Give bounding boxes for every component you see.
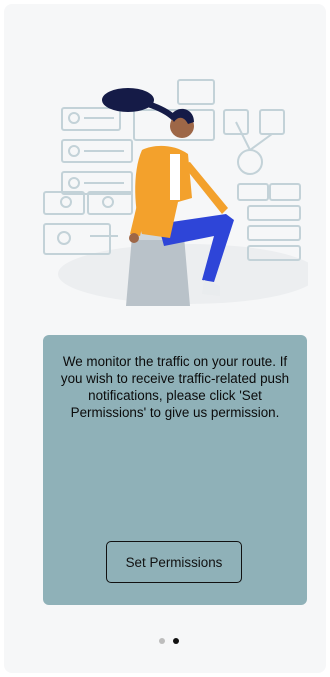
info-card: We monitor the traffic on your route. If…	[43, 335, 307, 605]
page-dot-1[interactable]	[159, 638, 165, 644]
screen-frame: We monitor the traffic on your route. If…	[4, 4, 326, 673]
page-dot-2[interactable]	[173, 638, 179, 644]
permission-message: We monitor the traffic on your route. If…	[60, 354, 290, 420]
page-indicator	[4, 638, 330, 644]
person-sitting-with-feedback-screens-illustration	[43, 79, 308, 306]
set-permissions-button[interactable]: Set Permissions	[106, 541, 242, 583]
